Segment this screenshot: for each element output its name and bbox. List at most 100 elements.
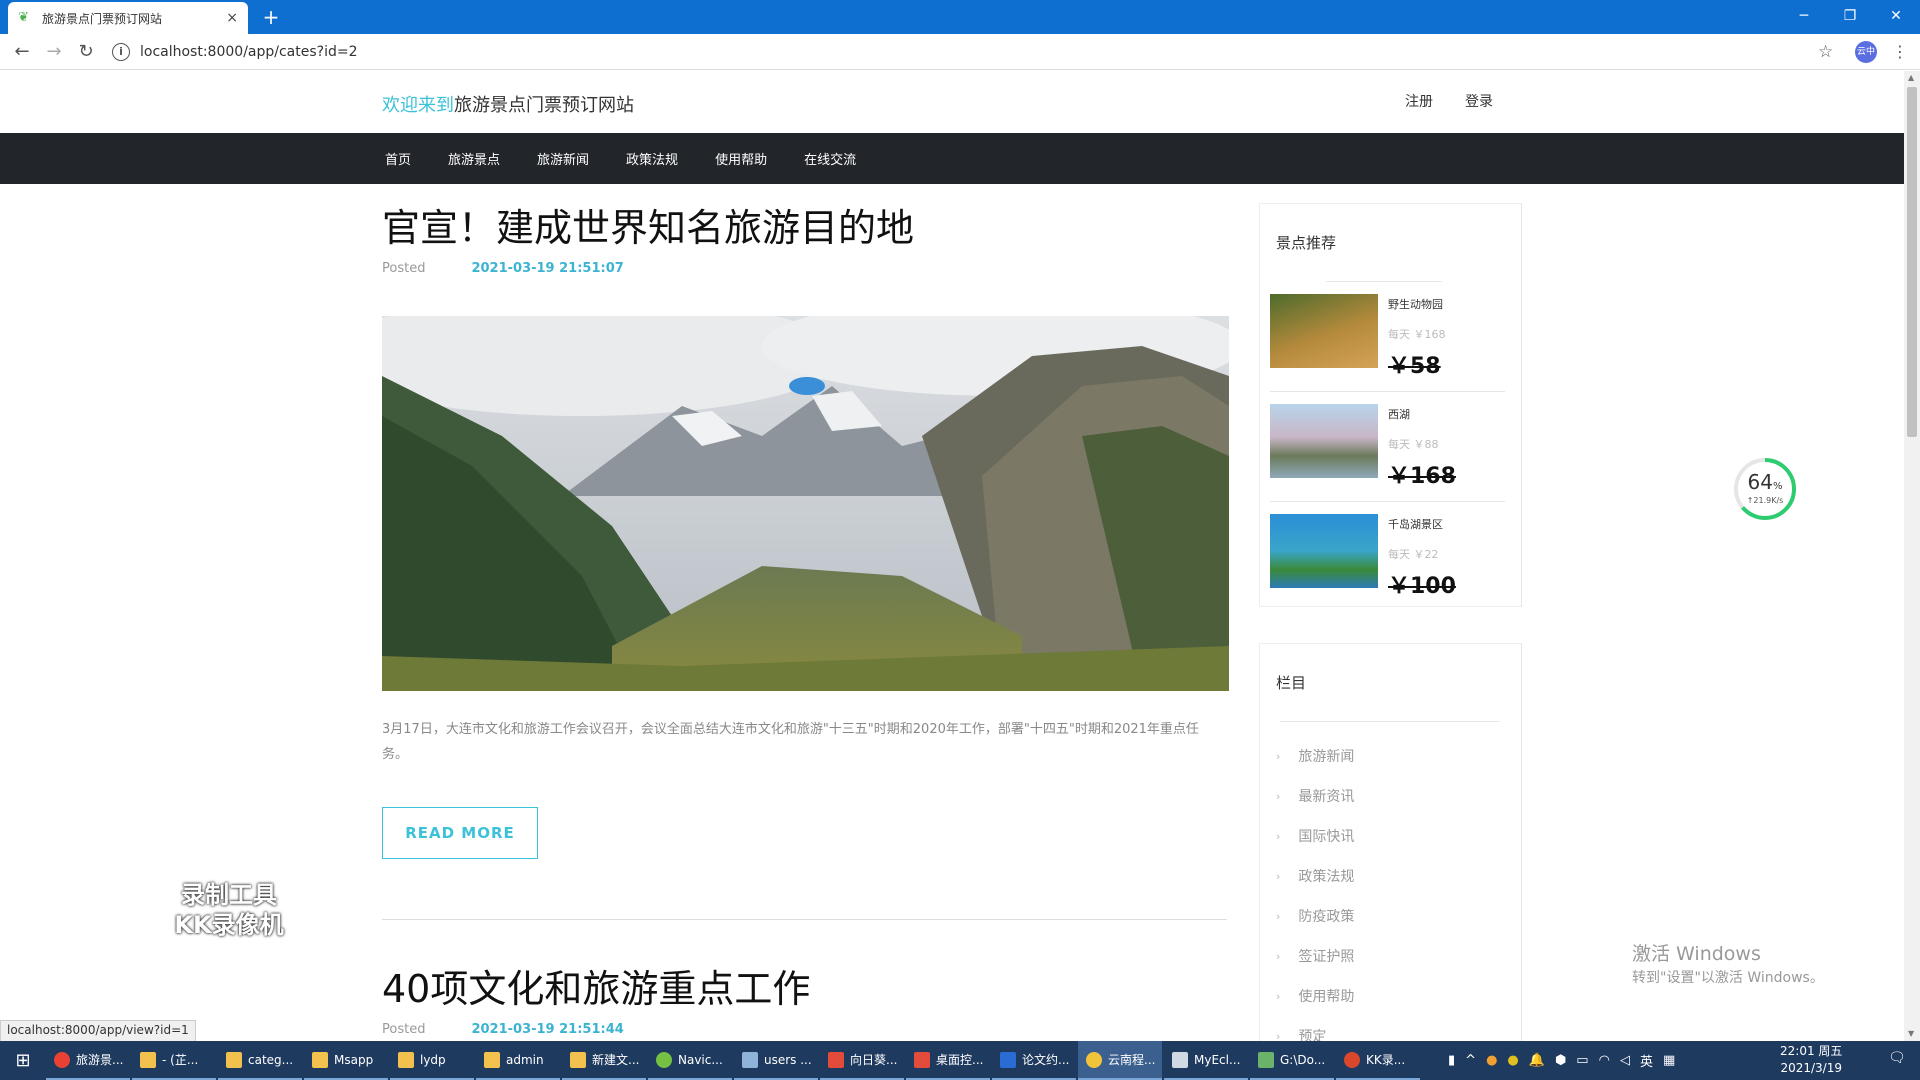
scrollbar-thumb[interactable]: [1907, 87, 1917, 437]
category-item[interactable]: › 预定: [1260, 1016, 1521, 1041]
minimize-icon[interactable]: ─: [1784, 4, 1824, 28]
nav-item-news[interactable]: 旅游新闻: [537, 149, 589, 168]
article-hero-image[interactable]: [382, 316, 1229, 691]
taskbar-item[interactable]: 云南程...: [1078, 1041, 1162, 1080]
taskbar-item[interactable]: 论文约...: [992, 1041, 1076, 1080]
browser-toolbar: ← → ↻ i localhost:8000/app/cates?id=2: [0, 34, 1920, 70]
taskbar-item[interactable]: lydp: [390, 1041, 474, 1080]
close-tab-icon[interactable]: ×: [226, 10, 238, 26]
category-item[interactable]: › 最新资讯: [1260, 776, 1521, 816]
category-item[interactable]: › 旅游新闻: [1260, 736, 1521, 776]
taskbar-item[interactable]: 旅游景...: [46, 1041, 130, 1080]
scroll-up-icon[interactable]: ▲: [1908, 73, 1914, 82]
spot-item[interactable]: 千岛湖景区 每天 ￥22 ￥100: [1270, 502, 1505, 612]
clock-date: 2021/3/19: [1780, 1061, 1842, 1075]
shield-icon[interactable]: ⬢: [1555, 1053, 1566, 1068]
browser-tab[interactable]: ❦ 旅游景点门票预订网站 ×: [8, 2, 248, 34]
input-language[interactable]: 英: [1640, 1051, 1653, 1070]
taskbar-item[interactable]: - (芷...: [132, 1041, 216, 1080]
reload-icon[interactable]: ↻: [70, 36, 102, 68]
taskbar-item[interactable]: admin: [476, 1041, 560, 1080]
nav-item-chat[interactable]: 在线交流: [804, 149, 856, 168]
category-item[interactable]: › 使用帮助: [1260, 976, 1521, 1016]
keyboard-icon[interactable]: ▦: [1663, 1053, 1675, 1068]
spot-name[interactable]: 千岛湖景区: [1388, 516, 1443, 532]
windows-start-icon[interactable]: ⊞: [0, 1041, 46, 1080]
new-tab-button[interactable]: +: [258, 4, 284, 30]
forward-arrow-icon[interactable]: →: [38, 36, 70, 68]
app-tray-icon[interactable]: ●: [1507, 1053, 1518, 1068]
notification-icon[interactable]: 🗨: [1888, 1050, 1906, 1068]
nav-item-spots[interactable]: 旅游景点: [448, 149, 500, 168]
page-scrollbar[interactable]: ▲ ▼: [1904, 71, 1920, 1041]
watermark-line: KK录像机: [174, 911, 284, 939]
mountain-landscape-illustration: [382, 316, 1229, 691]
chrome-icon: [54, 1051, 70, 1068]
spot-item[interactable]: 野生动物园 每天 ￥168 ￥58: [1270, 282, 1505, 392]
profile-avatar[interactable]: 云中: [1855, 41, 1877, 63]
info-icon[interactable]: i: [112, 43, 130, 61]
scroll-down-icon[interactable]: ▼: [1908, 1029, 1914, 1038]
address-bar[interactable]: i localhost:8000/app/cates?id=2: [112, 38, 1792, 66]
nav-item-help[interactable]: 使用帮助: [715, 149, 767, 168]
register-link[interactable]: 注册: [1405, 91, 1433, 111]
spot-name[interactable]: 野生动物园: [1388, 296, 1443, 312]
browser-tab-bar: ❦ 旅游景点门票预订网站 × + ─ ❐ ✕: [0, 0, 1920, 34]
taskbar-item[interactable]: categ...: [218, 1041, 302, 1080]
site-brand[interactable]: 欢迎来到旅游景点门票预订网站: [382, 91, 634, 117]
taskbar-item[interactable]: G:\Do...: [1250, 1041, 1334, 1080]
app-tray-icon[interactable]: ●: [1486, 1053, 1497, 1068]
taskbar-item[interactable]: users ...: [734, 1041, 818, 1080]
network-speed-gauge[interactable]: 64% ↑21.9K/s: [1732, 456, 1798, 522]
nav-item-home[interactable]: 首页: [385, 149, 411, 168]
wifi-icon[interactable]: ◠: [1599, 1053, 1610, 1068]
spot-thumbnail[interactable]: [1270, 404, 1378, 478]
chevron-right-icon: ›: [1276, 909, 1281, 923]
kebab-menu-icon[interactable]: ⋮: [1892, 42, 1908, 61]
myeclipse-icon: [1172, 1051, 1188, 1068]
gauge-percent: 64%: [1747, 470, 1783, 494]
chevron-right-icon: ›: [1276, 829, 1281, 843]
folder-icon: [312, 1051, 328, 1068]
category-item[interactable]: › 防疫政策: [1260, 896, 1521, 936]
category-item[interactable]: › 签证护照: [1260, 936, 1521, 976]
taskbar-item[interactable]: 向日葵...: [820, 1041, 904, 1080]
watermark-line: 录制工具: [181, 881, 277, 909]
spot-item[interactable]: 西湖 每天 ￥88 ￥168: [1270, 392, 1505, 502]
bookmark-star-icon[interactable]: ☆: [1818, 42, 1833, 62]
spot-thumbnail[interactable]: [1270, 514, 1378, 588]
chevron-right-icon: ›: [1276, 989, 1281, 1003]
spot-name[interactable]: 西湖: [1388, 406, 1410, 422]
system-clock[interactable]: 22:01 周五 2021/3/19: [1780, 1043, 1842, 1077]
recommend-panel: 景点推荐 野生动物园 每天 ￥168 ￥58 西湖 每天 ￥88 ￥168 千岛…: [1259, 203, 1522, 607]
volume-icon[interactable]: ◁: [1620, 1053, 1630, 1068]
taskbar-item[interactable]: 桌面控...: [906, 1041, 990, 1080]
back-arrow-icon[interactable]: ←: [6, 36, 38, 68]
category-item[interactable]: › 政策法规: [1260, 856, 1521, 896]
status-bar-url: localhost:8000/app/view?id=1: [0, 1020, 196, 1042]
taskbar-item[interactable]: MyEcl...: [1164, 1041, 1248, 1080]
login-link[interactable]: 登录: [1465, 91, 1493, 111]
taskbar-item[interactable]: Msapp: [304, 1041, 388, 1080]
article-title[interactable]: 官宣！建成世界知名旅游目的地: [382, 205, 1229, 251]
bell-icon[interactable]: 🔔: [1529, 1053, 1545, 1068]
leaf-favicon-icon: ❦: [18, 10, 29, 25]
nav-item-policy[interactable]: 政策法规: [626, 149, 678, 168]
battery-icon[interactable]: ▮: [1448, 1053, 1455, 1068]
article-divider: [382, 919, 1227, 920]
chevron-right-icon: ›: [1276, 1029, 1281, 1042]
restore-icon[interactable]: ❐: [1830, 4, 1870, 28]
taskbar-item[interactable]: KK录...: [1336, 1041, 1420, 1080]
taskbar-item[interactable]: Navic...: [648, 1041, 732, 1080]
article-title[interactable]: 40项文化和旅游重点工作: [382, 966, 1229, 1012]
article-date: 2021-03-19 21:51:07: [471, 261, 624, 276]
taskbar-item[interactable]: 新建文...: [562, 1041, 646, 1080]
navicat-icon: [656, 1051, 672, 1068]
display-icon[interactable]: ▭: [1576, 1053, 1588, 1068]
chevron-up-icon[interactable]: ^: [1465, 1053, 1476, 1068]
main-nav: 首页 旅游景点 旅游新闻 政策法规 使用帮助 在线交流: [0, 133, 1904, 184]
spot-thumbnail[interactable]: [1270, 294, 1378, 368]
read-more-button[interactable]: READ MORE: [382, 807, 538, 859]
close-window-icon[interactable]: ✕: [1876, 4, 1916, 28]
category-item[interactable]: › 国际快讯: [1260, 816, 1521, 856]
